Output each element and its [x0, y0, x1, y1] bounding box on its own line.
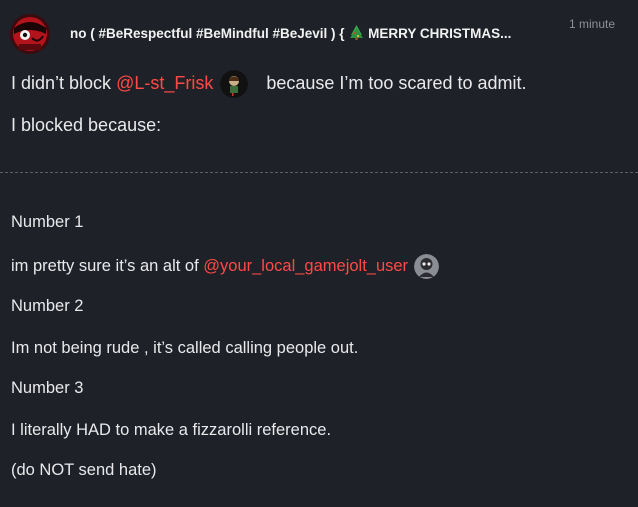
evil-red-character-avatar-icon — [10, 14, 50, 54]
post-header: no ( #BeRespectful #BeMindful #BeJevil )… — [0, 0, 638, 66]
number-1-text: im pretty sure it’s an alt of @your_loca… — [11, 254, 439, 279]
gamejolt-user-avatar-icon[interactable] — [413, 254, 439, 279]
line-1-prefix: I didn’t block — [11, 72, 117, 93]
closing-text: (do NOT send hate) — [11, 461, 157, 479]
number-1-label: Number 1 — [11, 213, 84, 231]
mention-l-st-frisk[interactable]: @L-st_Frisk — [116, 73, 213, 93]
content-divider — [0, 172, 638, 173]
username-text: no ( #BeRespectful #BeMindful #BeJevil )… — [70, 26, 345, 41]
number-3-text: I literally HAD to make a fizzarolli ref… — [11, 421, 332, 439]
post-card: no ( #BeRespectful #BeMindful #BeJevil )… — [0, 0, 638, 507]
author-avatar[interactable] — [10, 14, 50, 54]
line-2: I blocked because: — [11, 115, 162, 135]
post-timestamp: 1 minute — [569, 17, 616, 31]
number-2-label: Number 2 — [11, 297, 84, 315]
christmas-tree-icon — [350, 25, 364, 43]
frisk-user-avatar-icon[interactable] — [220, 70, 249, 98]
number-2-text: Im not being rude , it’s called calling … — [11, 339, 359, 357]
mention-your-local-gamejolt-user[interactable]: @your_local_gamejolt_user — [203, 257, 408, 275]
line-1: I didn’t block @L-st_Frisk because I’m t… — [11, 70, 527, 98]
username-suffix-text: MERRY CHRISTMAS... — [368, 26, 512, 41]
line-1-suffix: because I’m too scared to admit. — [266, 72, 527, 93]
number-3-label: Number 3 — [11, 379, 84, 397]
number-1-prefix: im pretty sure it’s an alt of — [11, 256, 204, 275]
author-username[interactable]: no ( #BeRespectful #BeMindful #BeJevil )… — [70, 25, 511, 43]
